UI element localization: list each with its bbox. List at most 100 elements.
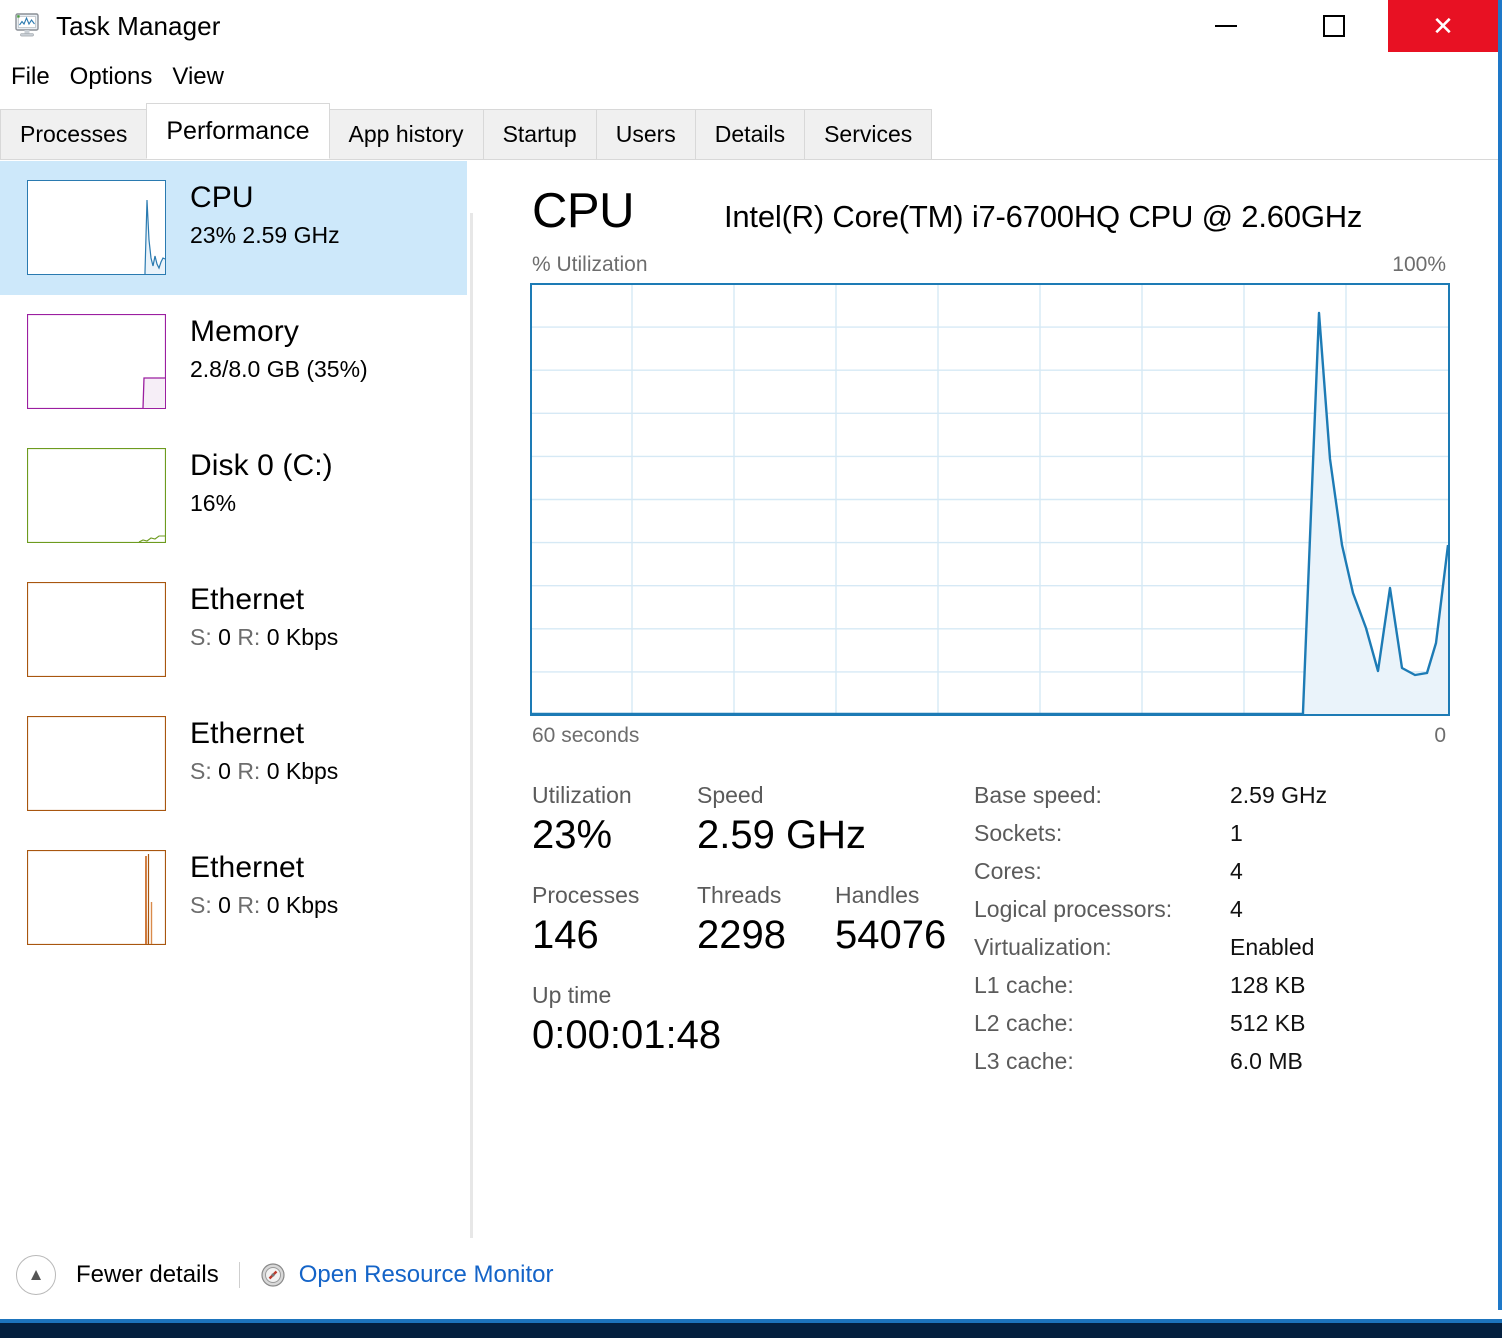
stat-utilization: Utilization 23% — [532, 782, 697, 858]
task-manager-icon — [14, 12, 44, 40]
sidebar-item-memory[interactable]: Memory 2.8/8.0 GB (35%) — [0, 295, 467, 429]
stat-speed-label: Speed — [697, 782, 764, 808]
spec-key-cores: Cores: — [974, 858, 1042, 884]
sidebar-item-ethernet-2-text: Ethernet S: 0 R: 0 Kbps — [190, 716, 338, 785]
taskbar-body — [0, 1323, 1502, 1338]
sidebar-item-disk-text: Disk 0 (C:) 16% — [190, 448, 333, 517]
sidebar-item-disk-sub: 16% — [190, 489, 237, 516]
spec-row-l2-cache: L2 cache: 512 KB — [974, 1010, 1327, 1037]
spec-key-l3-cache: L3 cache: — [974, 1048, 1074, 1074]
tab-users[interactable]: Users — [595, 109, 696, 159]
graph-y-axis-label: % Utilization — [532, 253, 648, 276]
send-label: S: — [190, 891, 219, 918]
spec-key-l2-cache: L2 cache: — [974, 1010, 1074, 1036]
sidebar-item-cpu-sub: 23% 2.59 GHz — [190, 221, 340, 248]
stat-handles-label: Handles — [835, 882, 920, 908]
cpu-thumb — [27, 180, 166, 275]
tab-processes[interactable]: Processes — [0, 109, 148, 159]
sidebar-item-cpu-text: CPU 23% 2.59 GHz — [190, 180, 340, 249]
spec-key-l1-cache: L1 cache: — [974, 972, 1074, 998]
send-value: 0 — [218, 757, 238, 784]
menu-item-view[interactable]: View — [163, 63, 233, 91]
sidebar-item-ethernet-3-sub: S: 0 R: 0 Kbps — [190, 892, 338, 919]
sidebar-item-memory-text: Memory 2.8/8.0 GB (35%) — [190, 314, 368, 383]
menu-item-file[interactable]: File — [2, 63, 59, 91]
ethernet-thumb-2 — [27, 716, 166, 811]
stat-uptime: Up time 0:00:01:48 — [532, 982, 721, 1058]
ethernet-thumb-1 — [27, 582, 166, 677]
maximize-button[interactable] — [1280, 0, 1388, 52]
spec-row-logical-processors: Logical processors: 4 — [974, 896, 1327, 923]
close-button[interactable]: ✕ — [1388, 0, 1498, 52]
recv-label: R: — [237, 623, 267, 650]
resource-monitor-icon — [260, 1262, 286, 1288]
menu-item-options[interactable]: Options — [61, 63, 162, 91]
tab-performance[interactable]: Performance — [146, 103, 330, 159]
tab-details[interactable]: Details — [694, 109, 806, 159]
page-title: CPU — [532, 184, 634, 238]
send-label: S: — [190, 757, 219, 784]
recv-label: R: — [237, 757, 267, 784]
disk-thumb — [27, 448, 166, 543]
sidebar-item-ethernet-2-sub: S: 0 R: 0 Kbps — [190, 758, 338, 785]
tab-services[interactable]: Services — [804, 109, 933, 159]
sidebar-item-ethernet-1-text: Ethernet S: 0 R: 0 Kbps — [190, 582, 338, 651]
tab-strip: Processes Performance App history Startu… — [0, 103, 1498, 160]
stat-utilization-label: Utilization — [532, 782, 632, 808]
stat-speed: Speed 2.59 GHz — [697, 782, 866, 858]
ethernet-thumb-3 — [27, 850, 166, 945]
spec-value-cores: 4 — [1230, 858, 1243, 884]
spec-value-l1-cache: 128 KB — [1230, 972, 1306, 998]
spec-row-sockets: Sockets: 1 — [974, 820, 1327, 847]
spec-key-virtualization: Virtualization: — [974, 934, 1112, 960]
stat-processes-label: Processes — [532, 882, 640, 908]
spec-value-sockets: 1 — [1230, 820, 1243, 846]
sidebar-item-ethernet-2[interactable]: Ethernet S: 0 R: 0 Kbps — [0, 697, 467, 831]
stat-speed-value: 2.59 GHz — [697, 813, 866, 857]
memory-thumb — [27, 314, 166, 409]
tab-app-history[interactable]: App history — [328, 109, 484, 159]
stat-utilization-value: 23% — [532, 813, 613, 857]
chevron-up-icon[interactable]: ▲ — [16, 1254, 56, 1295]
sidebar-item-cpu-title: CPU — [190, 181, 254, 214]
recv-value: 0 Kbps — [266, 757, 339, 784]
spec-value-l2-cache: 512 KB — [1230, 1010, 1306, 1036]
recv-value: 0 Kbps — [266, 623, 339, 650]
send-value: 0 — [218, 623, 238, 650]
send-label: S: — [190, 623, 219, 650]
sidebar-item-ethernet-3-title: Ethernet — [190, 851, 305, 884]
cpu-specs-list: Base speed: 2.59 GHz Sockets: 1 Cores: 4… — [974, 782, 1327, 1086]
sidebar-item-ethernet-1-sub: S: 0 R: 0 Kbps — [190, 624, 338, 651]
sidebar-item-disk-title: Disk 0 (C:) — [190, 449, 333, 482]
spec-row-base-speed: Base speed: 2.59 GHz — [974, 782, 1327, 809]
cpu-stats-left: Utilization 23% Speed 2.59 GHz Processes… — [532, 782, 964, 1086]
spec-row-cores: Cores: 4 — [974, 858, 1327, 885]
sidebar-item-ethernet-3[interactable]: Ethernet S: 0 R: 0 Kbps — [0, 831, 467, 965]
sidebar-item-ethernet-1[interactable]: Ethernet S: 0 R: 0 Kbps — [0, 563, 467, 697]
sidebar-item-cpu[interactable]: CPU 23% 2.59 GHz — [0, 161, 467, 295]
resource-sidebar: CPU 23% 2.59 GHz Memory 2.8/8.0 GB (35%) — [0, 161, 467, 1238]
tab-startup[interactable]: Startup — [482, 109, 597, 159]
menu-bar: File Options View — [0, 52, 233, 102]
cpu-header: CPU Intel(R) Core(TM) i7-6700HQ CPU @ 2.… — [492, 161, 1498, 239]
spec-value-base-speed: 2.59 GHz — [1230, 782, 1328, 808]
graph-axis-row: % Utilization 100% — [492, 239, 1498, 283]
open-resource-monitor-link[interactable]: Open Resource Monitor — [299, 1261, 554, 1289]
spec-key-logical-processors: Logical processors: — [974, 896, 1173, 922]
minimize-button[interactable] — [1172, 0, 1280, 52]
stat-threads-value: 2298 — [697, 913, 786, 957]
spec-value-logical-processors: 4 — [1230, 896, 1243, 922]
cpu-stats-area: Utilization 23% Speed 2.59 GHz Processes… — [492, 748, 1498, 1086]
stats-row-2: Processes 146 Threads 2298 Handles 54076 — [532, 882, 964, 958]
sidebar-item-disk[interactable]: Disk 0 (C:) 16% — [0, 429, 467, 563]
stats-row-1: Utilization 23% Speed 2.59 GHz — [532, 782, 964, 858]
sidebar-item-memory-title: Memory — [190, 315, 299, 348]
spec-value-virtualization: Enabled — [1230, 934, 1315, 960]
footer-separator — [238, 1261, 240, 1288]
recv-label: R: — [237, 891, 267, 918]
sidebar-item-ethernet-3-text: Ethernet S: 0 R: 0 Kbps — [190, 850, 338, 919]
close-icon: ✕ — [1432, 11, 1454, 41]
stat-threads-label: Threads — [697, 882, 782, 908]
send-value: 0 — [218, 891, 238, 918]
fewer-details-button[interactable]: Fewer details — [76, 1261, 219, 1289]
